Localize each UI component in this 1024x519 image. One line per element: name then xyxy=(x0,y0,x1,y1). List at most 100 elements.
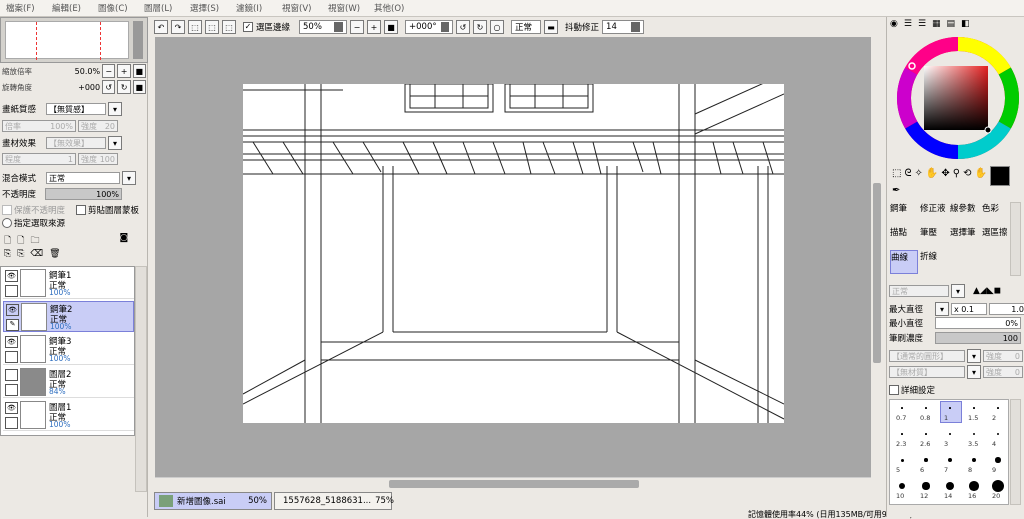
detail-checkbox[interactable] xyxy=(889,385,899,395)
pen-edit-icon[interactable]: ✎ xyxy=(6,319,19,331)
blend-select[interactable]: 正常 xyxy=(511,20,542,34)
brush-size-grid[interactable]: 0.7 0.8 1 1.5 2 2.3 2.6 3 3.5 4 5 6 7 8 9 10 12 14 16 20 xyxy=(889,399,1009,505)
menu-other[interactable]: 其他(O) xyxy=(374,2,420,14)
doc-tab-active[interactable]: 新增圖像.sai 50% xyxy=(154,492,272,510)
layer-scrollbar[interactable] xyxy=(135,266,147,492)
tool-scrollbar[interactable] xyxy=(1010,202,1021,276)
brush-mode-select[interactable]: 正常 xyxy=(889,285,949,297)
new-folder-icon[interactable]: 🗀 xyxy=(31,233,40,247)
new-layer-icon[interactable]: 🗋 xyxy=(4,233,11,247)
menu-select[interactable]: 選擇(S) xyxy=(190,2,236,14)
max-size-value[interactable]: 1.0 xyxy=(989,303,1024,315)
layer-item-layer1[interactable]: 👁 圖層1 正常 100% xyxy=(3,400,134,431)
brush-size-dot[interactable] xyxy=(992,480,1004,492)
rotate-left-button[interactable]: ↺ xyxy=(456,20,471,34)
rgb-slider-tab-icon[interactable]: ☰ xyxy=(904,19,912,33)
brush-size-dot[interactable] xyxy=(973,407,975,409)
brush-size-scrollbar[interactable] xyxy=(1010,399,1021,505)
rect-select-icon[interactable]: ⬚ xyxy=(892,168,901,182)
min-size-slider[interactable]: 0% xyxy=(935,317,1021,329)
rotate-ccw-button[interactable]: ↺ xyxy=(102,80,116,94)
rotate-right-button[interactable]: ↻ xyxy=(473,20,488,34)
doc-tab-inactive[interactable]: 1557628_5188631... 75% xyxy=(274,492,394,510)
zoom-reset-button[interactable]: ■ xyxy=(132,64,146,78)
eye-hidden-icon[interactable] xyxy=(5,369,18,381)
layer-item-pen1[interactable]: 👁 鋼筆1 正常 100% xyxy=(3,268,134,299)
eyedropper-icon[interactable]: ✒ xyxy=(892,185,900,199)
layer-item-pen2[interactable]: 👁 ✎ 鋼筆2 正常 100% xyxy=(3,301,134,332)
scratchpad-tab-icon[interactable]: ▤ xyxy=(947,19,956,33)
tool-correction[interactable]: 修正液 xyxy=(920,202,946,214)
deselect-button[interactable]: ⬚ xyxy=(188,20,202,34)
menu-file[interactable]: 檔案(F) xyxy=(6,2,52,14)
brush-size-dot[interactable] xyxy=(995,457,1001,463)
tool-polyline[interactable]: 折線 xyxy=(920,250,937,262)
rotate-reset-button-top[interactable]: ○ xyxy=(490,20,505,34)
layer-lock-checkbox[interactable] xyxy=(5,417,18,429)
zoom-out-button[interactable]: − xyxy=(350,20,365,34)
vertical-scrollbar[interactable] xyxy=(871,37,884,477)
layer-item-pen3[interactable]: 👁 鋼筆3 正常 100% xyxy=(3,334,134,365)
brush-size-dot[interactable] xyxy=(972,432,976,436)
rotate-value[interactable]: +000 xyxy=(59,83,100,92)
eye-icon[interactable]: 👁 xyxy=(5,402,18,414)
invert-selection-button[interactable]: ⬚ xyxy=(205,20,219,34)
primary-color-swatch[interactable] xyxy=(990,166,1010,186)
menu-window[interactable]: 視窗(W) xyxy=(328,2,374,14)
select-edge-checkbox[interactable]: ✓ xyxy=(243,22,253,32)
clear-layer-icon[interactable]: ⌫ xyxy=(30,249,43,263)
horizontal-scrollbar[interactable] xyxy=(155,477,871,489)
blend-mode-select[interactable]: 正常 xyxy=(46,172,120,184)
layer-lock-checkbox[interactable] xyxy=(5,384,18,396)
brush-size-dot[interactable] xyxy=(997,407,999,409)
swatches-tab-icon[interactable]: ▦ xyxy=(932,19,941,33)
brush-size-dot[interactable] xyxy=(996,432,1000,436)
vertical-scroll-thumb[interactable] xyxy=(873,183,881,363)
paper-texture-select[interactable]: 【無質感】 xyxy=(46,103,106,115)
layer-mask-icon[interactable]: ◙ xyxy=(120,233,129,247)
brush-size-dot[interactable] xyxy=(924,458,928,462)
zoom-icon[interactable]: ⚲ xyxy=(953,168,960,182)
max-size-dropdown-icon[interactable]: ▾ xyxy=(935,302,949,316)
horizontal-scroll-thumb[interactable] xyxy=(389,480,639,488)
tool-select-pen[interactable]: 選擇筆 xyxy=(950,226,976,238)
tool-point[interactable]: 描點 xyxy=(890,226,907,238)
protect-checkbox[interactable] xyxy=(2,205,12,215)
new-linework-layer-icon[interactable]: 🗋 xyxy=(17,233,24,247)
hsv-slider-tab-icon[interactable]: ☰ xyxy=(918,19,926,33)
brush-size-dot[interactable] xyxy=(925,407,927,409)
zoom-fit-button[interactable]: ■ xyxy=(384,20,399,34)
tool-curve[interactable]: 曲線 xyxy=(890,250,918,274)
flip-button[interactable]: ▬ xyxy=(544,20,559,34)
brush-size-dot[interactable] xyxy=(945,481,955,491)
paper-effect-dropdown-icon[interactable]: ▾ xyxy=(108,136,122,150)
layer-lock-checkbox[interactable] xyxy=(5,351,18,363)
brush-shape-select[interactable]: 【通常的圓形】 xyxy=(889,350,965,362)
layer-lock-checkbox[interactable] xyxy=(5,285,18,297)
brush-size-dot[interactable] xyxy=(947,457,953,463)
merge-down-icon[interactable]: ⎘ xyxy=(17,249,24,263)
eye-icon[interactable]: 👁 xyxy=(6,304,19,316)
zoom-in-button[interactable]: + xyxy=(367,20,382,34)
magic-wand-icon[interactable]: ✧ xyxy=(915,168,923,182)
brush-size-dot[interactable] xyxy=(925,433,927,435)
zoom-minus-button[interactable]: − xyxy=(102,64,116,78)
zoom-select[interactable]: 50% xyxy=(299,20,348,34)
density-slider[interactable]: 100 xyxy=(935,332,1021,344)
layer-item-layer2[interactable]: 圖層2 正常 84% xyxy=(3,367,134,398)
tool-select-eraser[interactable]: 選區擦 xyxy=(982,226,1008,238)
eye-icon[interactable]: 👁 xyxy=(5,270,18,282)
drawing-canvas[interactable] xyxy=(243,84,784,423)
brush-mode-dropdown-icon[interactable]: ▾ xyxy=(951,284,965,298)
blend-dropdown-icon[interactable]: ▾ xyxy=(122,171,136,185)
zoom-value[interactable]: 50.0% xyxy=(59,67,100,76)
color-wheel-tab-icon[interactable]: ◉ xyxy=(890,19,898,33)
user-palette-tab-icon[interactable]: ◧ xyxy=(961,19,970,33)
zoom-plus-button[interactable]: + xyxy=(117,64,131,78)
delete-layer-icon[interactable]: 🗑 xyxy=(49,249,60,263)
brush-size-dot[interactable] xyxy=(922,482,930,490)
rotate-reset-button[interactable]: ■ xyxy=(132,80,146,94)
brush-size-dot[interactable] xyxy=(949,433,951,435)
brush-shape-icons[interactable]: ▲◢◣◼ xyxy=(973,286,1001,296)
brush-size-dot[interactable] xyxy=(971,457,977,463)
